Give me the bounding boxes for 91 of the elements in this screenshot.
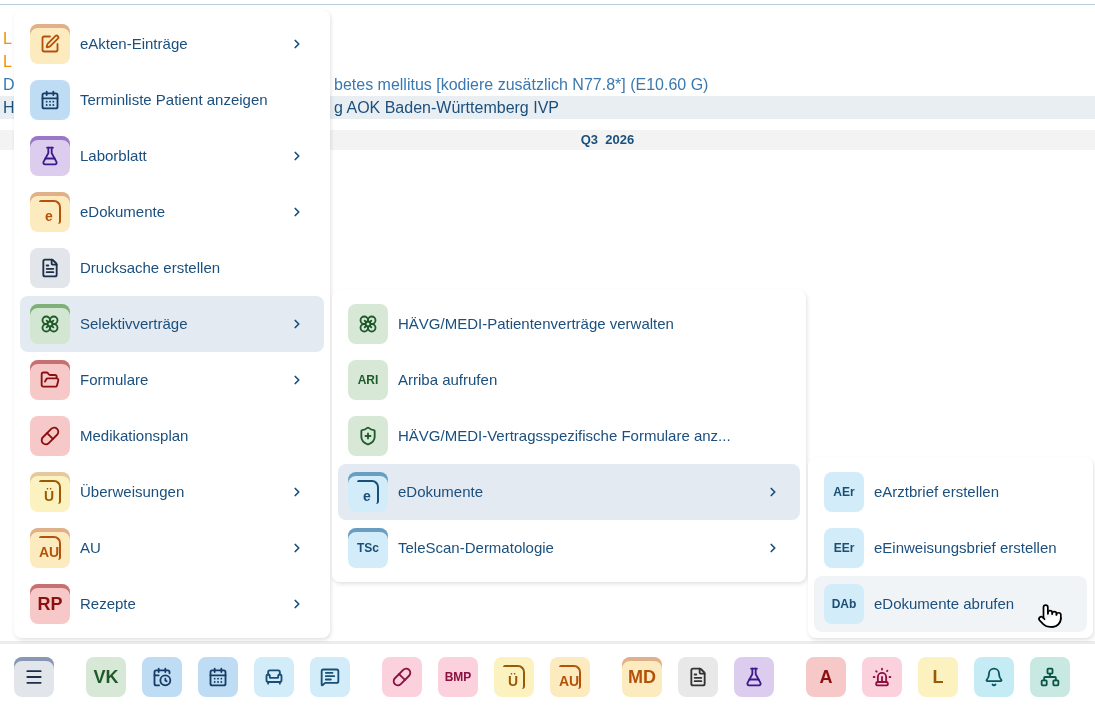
toolbar-button[interactable]: MD: [622, 657, 662, 697]
menu-item-label: eDokumente: [80, 201, 167, 222]
menu-item[interactable]: Ü Überweisungen: [20, 464, 324, 520]
badge-text: TSc: [357, 542, 379, 554]
badge-text: e: [363, 489, 371, 503]
menu-item-label: eArztbrief erstellen: [874, 481, 1001, 502]
record-text: D: [3, 75, 15, 95]
menu-item[interactable]: EEr eEinweisungsbrief erstellen: [814, 520, 1087, 576]
toolbar-button[interactable]: [862, 657, 902, 697]
menu-item-label: AU: [80, 537, 102, 558]
calendar-icon: [208, 667, 228, 687]
document-icon: [40, 258, 60, 278]
badge-text: e: [45, 209, 53, 223]
toolbar-button[interactable]: [382, 657, 422, 697]
flask-icon: [744, 667, 764, 687]
menu-item-label: Formulare: [80, 369, 150, 390]
menu-item[interactable]: Formulare: [20, 352, 324, 408]
menu-item-label: Medikationsplan: [80, 425, 190, 446]
toolbar-button[interactable]: [142, 657, 182, 697]
menu-item[interactable]: e eDokumente: [20, 184, 324, 240]
toolbar-button[interactable]: AU: [550, 657, 590, 697]
pill-icon: [392, 667, 412, 687]
menu-item[interactable]: ARI Arriba aufrufen: [338, 352, 800, 408]
record-text: H: [3, 98, 15, 118]
calendar-clock-icon: [152, 667, 172, 687]
shield-icon: [358, 426, 378, 446]
calendar-icon: [40, 90, 60, 110]
menu-item-label: HÄVG/MEDI-Vertragsspezifische Formulare anz...: [398, 425, 732, 446]
badge-text: AU: [38, 545, 60, 559]
badge-text: ARI: [357, 374, 379, 386]
siren-icon: [872, 667, 892, 687]
toolbar-button[interactable]: [198, 657, 238, 697]
menu-item[interactable]: Terminliste Patient anzeigen: [20, 72, 324, 128]
menu-item[interactable]: Drucksache erstellen: [20, 240, 324, 296]
menu-item[interactable]: Selektivverträge: [20, 296, 324, 352]
badge-text: Ü: [43, 489, 55, 503]
menu-item[interactable]: e eDokumente: [338, 464, 800, 520]
menu-item-label: Drucksache erstellen: [80, 257, 222, 278]
toolbar-button[interactable]: [254, 657, 294, 697]
toolbar-button[interactable]: [678, 657, 718, 697]
record-text: betes mellitus [kodiere zusätzlich N77.8*] (E10.60 G): [334, 75, 709, 95]
toolbar-button[interactable]: [310, 657, 350, 697]
menu-item[interactable]: RP Rezepte: [20, 576, 324, 632]
record-text: L: [3, 52, 12, 72]
toolbar-button[interactable]: A: [806, 657, 846, 697]
pill-icon: [40, 426, 60, 446]
menu-item[interactable]: DAb eDokumente abrufen: [814, 576, 1087, 632]
toolbar-button[interactable]: [14, 657, 54, 697]
flask-icon: [40, 146, 60, 166]
menu-item-label: eAkten-Einträge: [80, 33, 189, 54]
menu-item[interactable]: AEr eArztbrief erstellen: [814, 464, 1087, 520]
document-icon: [688, 667, 708, 687]
badge-text: RP: [37, 595, 63, 613]
menu-icon: [24, 667, 44, 687]
menu-item-label: Überweisungen: [80, 481, 186, 502]
menu-item-label: HÄVG/MEDI-Patientenverträge verwalten: [398, 313, 675, 334]
hand-cursor-icon: [1037, 603, 1063, 629]
toolbar-button[interactable]: [734, 657, 774, 697]
chat-icon: [320, 667, 340, 687]
record-text: g AOK Baden-Württemberg IVP: [334, 98, 559, 118]
menu-item-label: Arriba aufrufen: [398, 369, 499, 390]
flower-icon: [40, 314, 60, 334]
menu-item[interactable]: eAkten-Einträge: [20, 16, 324, 72]
badge-text: EEr: [833, 542, 855, 554]
toolbar-button[interactable]: BMP: [438, 657, 478, 697]
menu-item-label: eDokumente: [398, 481, 485, 502]
badge-text: DAb: [831, 598, 857, 610]
menu-item[interactable]: Medikationsplan: [20, 408, 324, 464]
menu-item-label: Rezepte: [80, 593, 137, 614]
bell-icon: [984, 667, 1004, 687]
menu-item-label: Terminliste Patient anzeigen: [80, 89, 269, 110]
badge-text: AEr: [833, 486, 855, 498]
record-text: L: [3, 29, 12, 49]
menu-item-label: TeleScan-Dermatologie: [398, 537, 555, 558]
toolbar-button[interactable]: VK: [86, 657, 126, 697]
toolbar-button[interactable]: [974, 657, 1014, 697]
menu-item[interactable]: AU AU: [20, 520, 324, 576]
menu-item-label: eDokumente abrufen: [874, 593, 1016, 614]
toolbar-button[interactable]: [1030, 657, 1070, 697]
menu-item[interactable]: HÄVG/MEDI-Vertragsspezifische Formulare anz...: [338, 408, 800, 464]
menu-item-label: eEinweisungsbrief erstellen: [874, 537, 1058, 558]
menu-item[interactable]: TSc TeleScan-Dermatologie: [338, 520, 800, 576]
menu-item[interactable]: HÄVG/MEDI-Patientenverträge verwalten: [338, 296, 800, 352]
flower-icon: [358, 314, 378, 334]
hierarchy-icon: [1040, 667, 1060, 687]
toolbar-button[interactable]: L: [918, 657, 958, 697]
toolbar-button[interactable]: Ü: [494, 657, 534, 697]
chair-icon: [264, 667, 284, 687]
pen-icon: [40, 34, 60, 54]
folder-icon: [40, 370, 60, 390]
menu-item-label: Selektivverträge: [80, 313, 189, 334]
